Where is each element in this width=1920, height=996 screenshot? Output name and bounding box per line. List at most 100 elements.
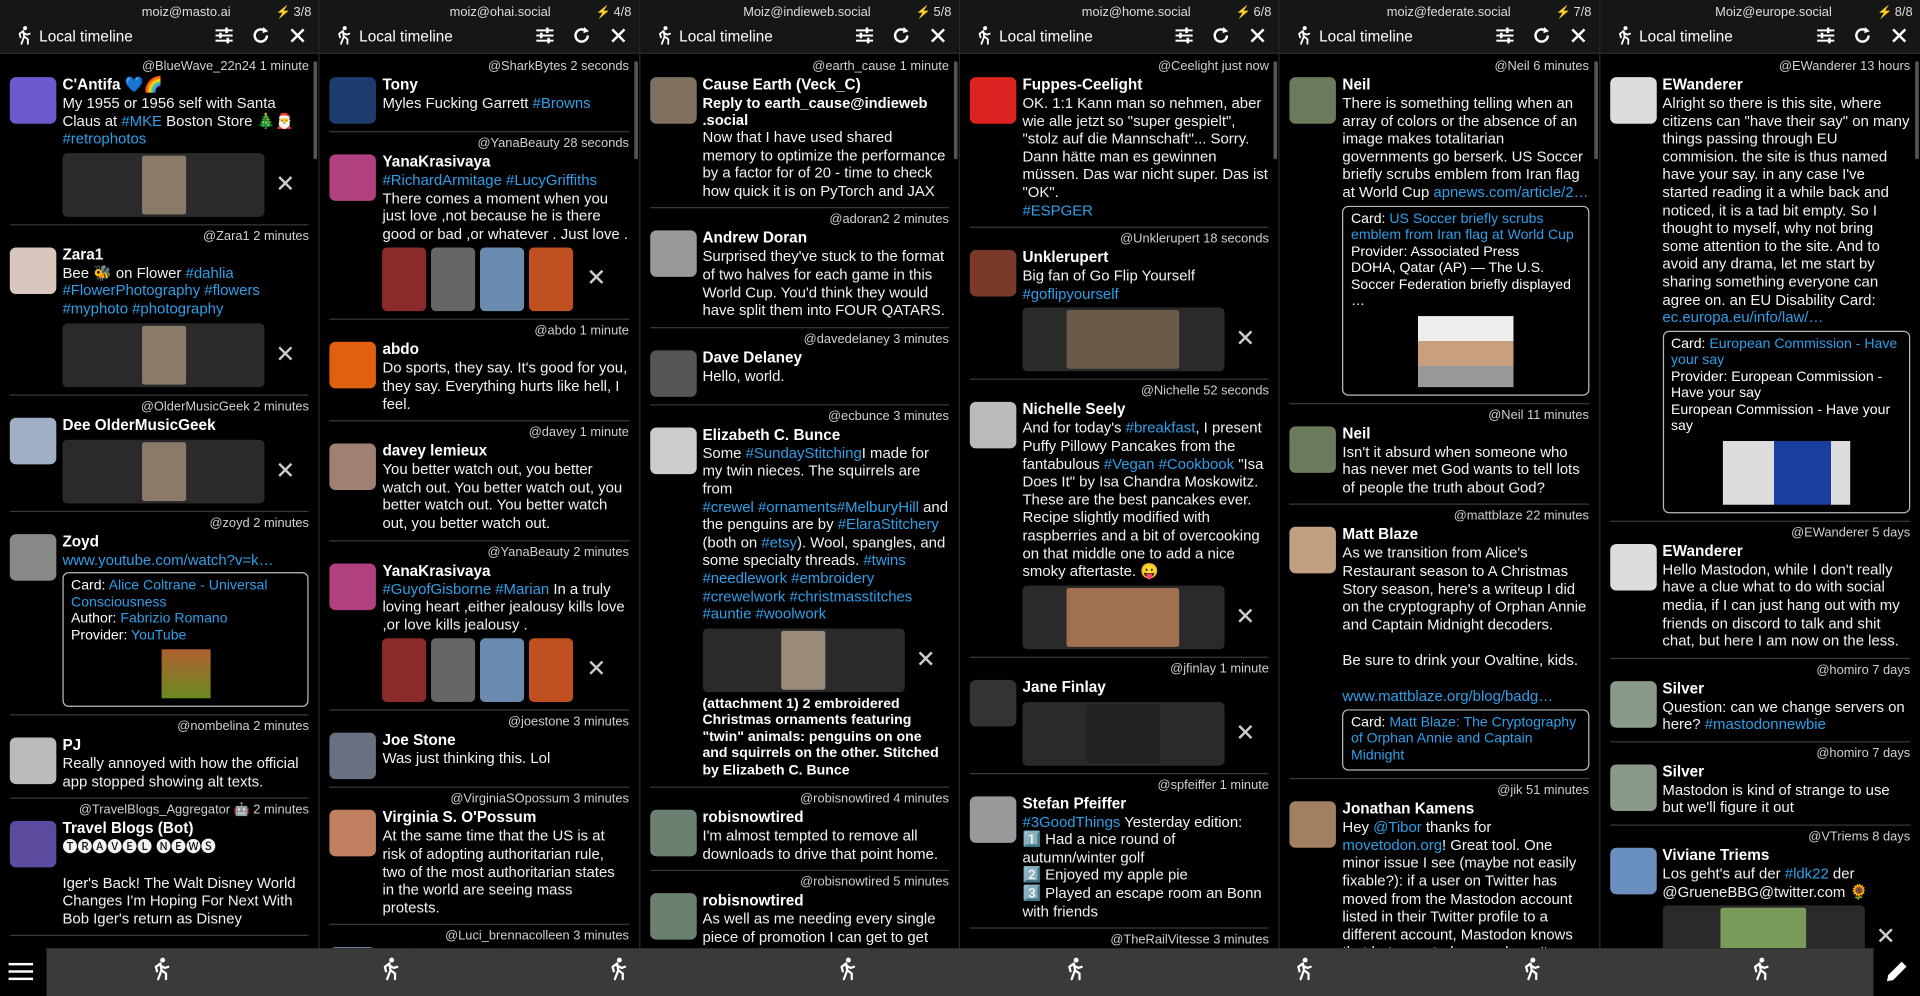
refresh-icon[interactable] bbox=[250, 25, 272, 47]
filter-icon[interactable] bbox=[1493, 25, 1515, 47]
refresh-icon[interactable] bbox=[1530, 25, 1552, 47]
display-name[interactable]: PJ bbox=[62, 735, 309, 755]
gallery-image[interactable] bbox=[529, 638, 574, 703]
display-name[interactable]: Neil bbox=[1342, 75, 1589, 95]
column-switch-icon[interactable] bbox=[1746, 956, 1773, 989]
status-post[interactable]: @ecbunce 3 minutes Elizabeth C. Bunce Some… bbox=[649, 405, 949, 788]
media-attachment[interactable] bbox=[62, 152, 293, 217]
hashtag-link[interactable]: #GuyofGisborne #Marian bbox=[382, 580, 549, 597]
display-name[interactable]: Cause Earth (Veck_C) bbox=[702, 75, 949, 95]
gallery-image[interactable] bbox=[382, 247, 427, 312]
hashtag-link[interactable]: #3GoodThings bbox=[1022, 813, 1120, 830]
hide-media-icon[interactable] bbox=[1877, 925, 1894, 949]
avatar[interactable] bbox=[649, 77, 697, 124]
avatar[interactable] bbox=[1609, 543, 1657, 591]
avatar[interactable] bbox=[969, 679, 1017, 727]
status-post[interactable]: @jik 51 minutes Jonathan Kamens Hey @Tibor… bbox=[1289, 779, 1589, 948]
media-attachment[interactable] bbox=[62, 439, 293, 503]
media-thumbnail[interactable] bbox=[1086, 704, 1161, 763]
media-attachment[interactable] bbox=[702, 628, 933, 692]
url-link[interactable]: apnews.com/article/2… bbox=[1433, 184, 1588, 201]
status-post[interactable]: @Zara1 2 minutes Zara1 Bee 🐝 on Flower #da… bbox=[9, 225, 309, 396]
display-name[interactable]: Matt Blaze bbox=[1342, 525, 1589, 545]
status-post[interactable]: @BlueWave_22n24 1 minute C'Antifa 💙🌈 My 19… bbox=[9, 55, 309, 226]
hashtag-link[interactable]: #SundayStitching bbox=[746, 444, 862, 461]
hashtag-link[interactable]: #dahlia bbox=[186, 264, 234, 281]
display-name[interactable]: Dee OlderMusicGeek bbox=[62, 415, 309, 435]
hashtag-link[interactable]: #RichardArmitage #LucyGriffiths bbox=[382, 172, 597, 189]
media-attachment[interactable] bbox=[1022, 585, 1253, 649]
scrollbar[interactable] bbox=[1273, 61, 1278, 160]
media-thumbnail[interactable] bbox=[781, 630, 826, 690]
avatar[interactable] bbox=[9, 821, 57, 868]
avatar[interactable] bbox=[329, 154, 377, 201]
close-icon[interactable] bbox=[1247, 25, 1269, 47]
hashtag-link[interactable]: #retrophotos bbox=[62, 130, 146, 147]
media-thumbnail[interactable] bbox=[141, 325, 186, 385]
avatar[interactable] bbox=[1289, 527, 1337, 574]
link-card[interactable]: Card: US Soccer briefly scrubs emblem fr… bbox=[1342, 205, 1589, 396]
menu-icon[interactable] bbox=[7, 960, 34, 988]
status-post[interactable]: @Neil 11 minutes Neil Isn't it absurd when… bbox=[1289, 404, 1589, 506]
status-post[interactable]: @joestone 3 minutes Joe Stone Was just thi… bbox=[329, 711, 629, 789]
avatar[interactable] bbox=[969, 250, 1017, 297]
display-name[interactable]: Zara1 bbox=[62, 245, 309, 265]
status-post[interactable]: @davey 1 minute davey lemieux You better w… bbox=[329, 422, 629, 541]
media-attachment[interactable] bbox=[1662, 905, 1893, 949]
hide-media-icon[interactable] bbox=[277, 458, 294, 484]
status-post[interactable]: @Neil 6 minutes Neil There is something te… bbox=[1289, 55, 1589, 404]
link-card[interactable]: Card: Alice Coltrane - Universal Conscio… bbox=[62, 572, 309, 708]
display-name[interactable]: EWanderer bbox=[1662, 541, 1910, 561]
avatar[interactable] bbox=[969, 77, 1017, 124]
avatar[interactable] bbox=[1609, 680, 1657, 728]
status-post[interactable]: @TravelBlogs_Aggregator 🤖 2 minutes Trave… bbox=[9, 799, 309, 937]
display-name[interactable]: Nichelle Seely bbox=[1022, 400, 1269, 420]
gallery-image[interactable] bbox=[431, 638, 476, 703]
close-icon[interactable] bbox=[927, 25, 949, 47]
hashtag-link[interactable]: #crewel #ornaments bbox=[702, 498, 836, 515]
avatar[interactable] bbox=[1289, 801, 1337, 848]
status-post[interactable]: @Nichelle 52 seconds Nichelle Seely And fo… bbox=[969, 380, 1269, 658]
avatar[interactable] bbox=[329, 562, 377, 610]
avatar[interactable] bbox=[9, 533, 57, 581]
display-name[interactable]: Silver bbox=[1662, 678, 1910, 698]
reply-to[interactable]: Reply to earth_cause@indieweb .social bbox=[702, 94, 949, 128]
display-name[interactable]: Silver bbox=[1662, 762, 1910, 782]
status-post[interactable]: @OlderMusicGeek 2 minutes Dee OlderMusicG… bbox=[9, 395, 309, 512]
close-icon[interactable] bbox=[1888, 25, 1910, 47]
scrollbar[interactable] bbox=[633, 61, 638, 160]
avatar[interactable] bbox=[329, 443, 377, 491]
display-name[interactable]: Fuppes-Ceelight bbox=[1022, 75, 1269, 95]
hashtag-link[interactable]: #ESPGER bbox=[1022, 202, 1093, 219]
scrollbar[interactable] bbox=[1915, 61, 1919, 160]
display-name[interactable]: Virginia S. O'Possum bbox=[382, 808, 629, 828]
avatar[interactable] bbox=[9, 77, 57, 124]
hide-media-icon[interactable] bbox=[277, 342, 294, 368]
hashtag-link[interactable]: #ElaraStitchery bbox=[838, 516, 939, 533]
media-attachment[interactable] bbox=[1022, 701, 1253, 766]
hashtag-link[interactable]: #MKE bbox=[121, 112, 162, 129]
display-name[interactable]: Tony bbox=[382, 75, 629, 95]
filter-icon[interactable] bbox=[533, 25, 555, 47]
hide-media-icon[interactable] bbox=[277, 172, 294, 198]
avatar[interactable] bbox=[329, 342, 377, 389]
status-post[interactable]: @EWanderer 13 hours EWanderer Alright so t… bbox=[1609, 55, 1911, 522]
column-switch-icon[interactable] bbox=[604, 956, 631, 989]
refresh-icon[interactable] bbox=[570, 25, 592, 47]
card-author[interactable]: Fabrizio Romano bbox=[120, 612, 227, 627]
status-post[interactable]: @homiro 7 days Silver Mastodon is kind of … bbox=[1609, 742, 1911, 826]
avatar[interactable] bbox=[649, 810, 697, 857]
filter-icon[interactable] bbox=[1815, 25, 1837, 47]
timeline-feed[interactable]: @earth_cause 1 minute Cause Earth (Veck_C… bbox=[640, 55, 954, 948]
scrollbar[interactable] bbox=[1593, 61, 1598, 160]
status-post[interactable]: @nombelina 2 minutes PJ Really annoyed wit… bbox=[9, 716, 309, 800]
display-name[interactable]: robisnowtired bbox=[702, 891, 949, 911]
status-post[interactable]: @mattblaze 22 minutes Matt Blaze As we tra… bbox=[1289, 505, 1589, 780]
display-name[interactable]: Jonathan Kamens bbox=[1342, 799, 1589, 819]
display-name[interactable]: Zoyd bbox=[62, 531, 309, 551]
scrollbar[interactable] bbox=[953, 61, 958, 160]
gallery-image[interactable] bbox=[529, 247, 574, 312]
hashtag-link[interactable]: #mastodonnewbie bbox=[1705, 716, 1826, 733]
status-post[interactable]: @YanaBeauty 28 seconds YanaKrasivaya #Rich… bbox=[329, 132, 629, 321]
filter-icon[interactable] bbox=[213, 25, 235, 47]
